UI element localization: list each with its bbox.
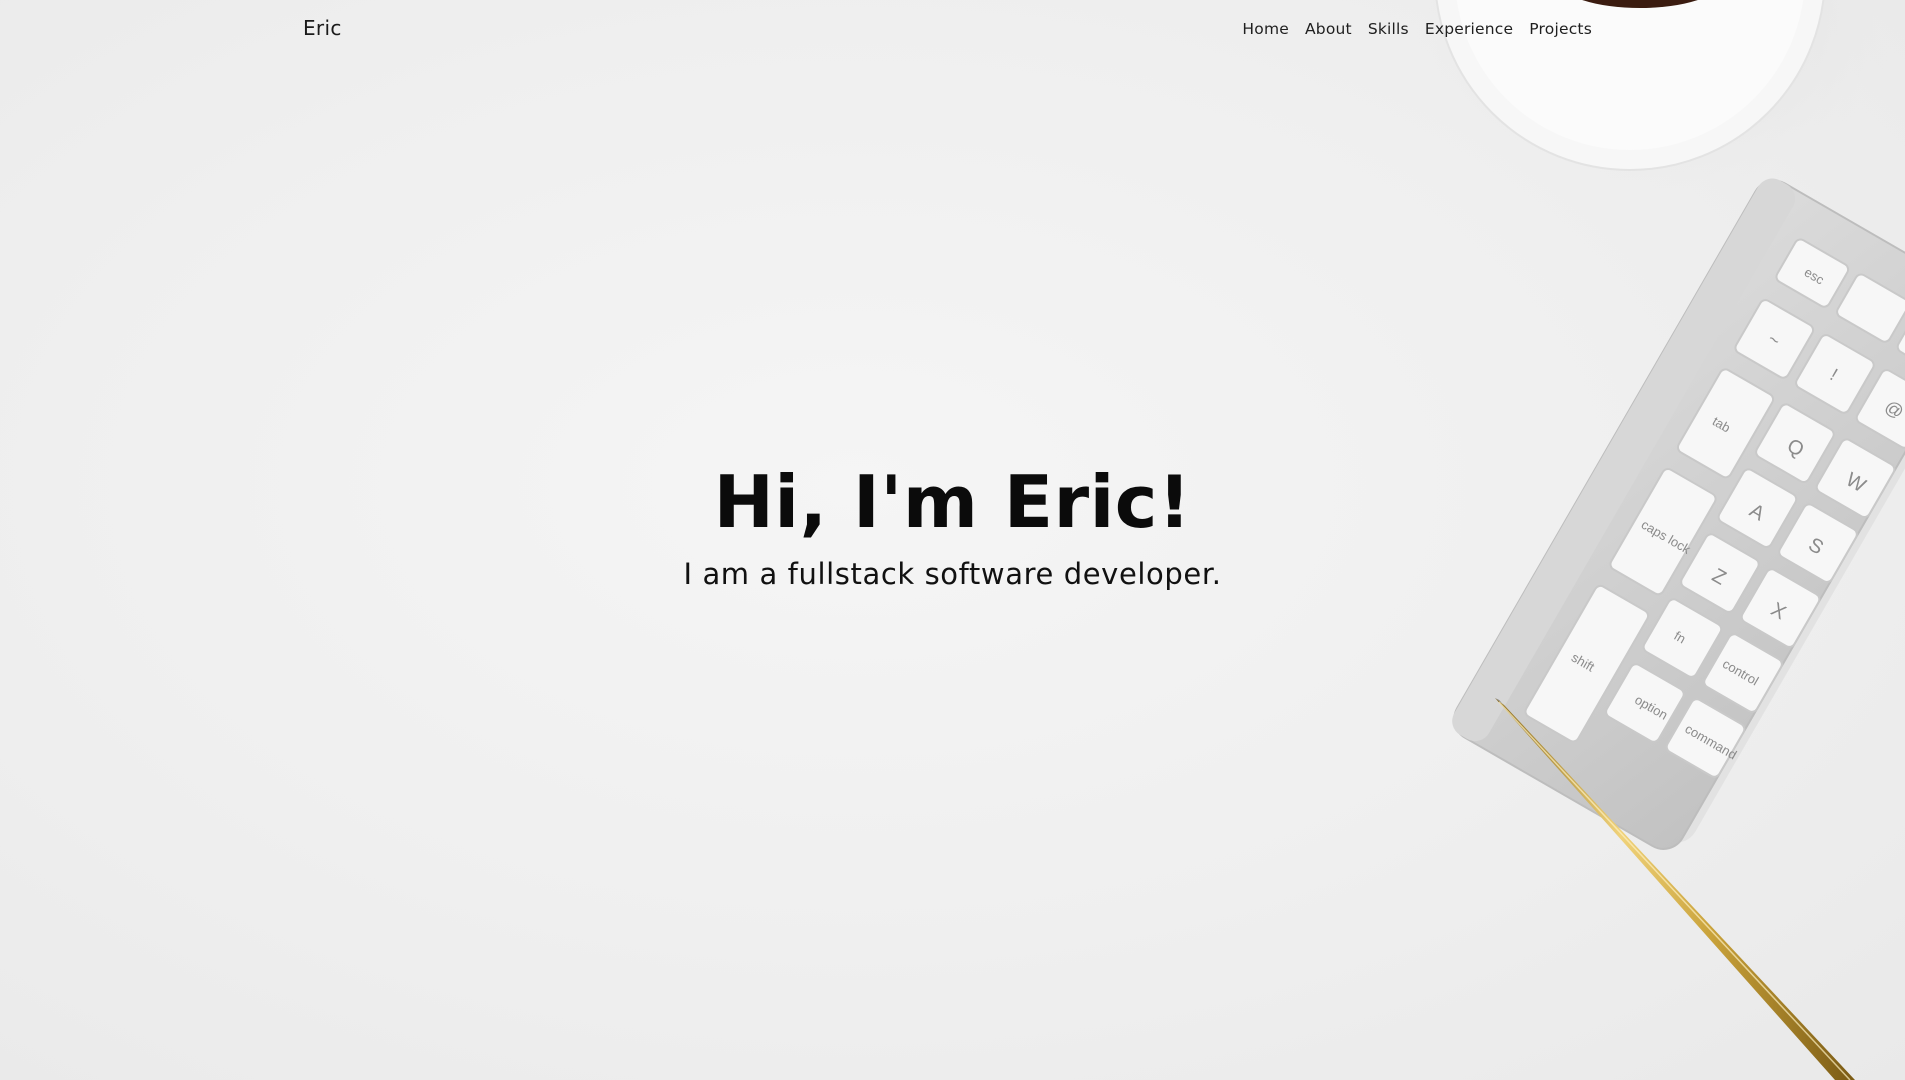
- nav-item: Experience: [1425, 19, 1513, 38]
- nav-link-experience[interactable]: Experience: [1425, 20, 1513, 38]
- nav-item: Home: [1242, 19, 1289, 38]
- top-navbar: Eric Home About Skills Experience Projec…: [0, 0, 1905, 60]
- hero-subheading: I am a fullstack software developer.: [683, 556, 1222, 591]
- nav-item: About: [1305, 19, 1352, 38]
- nav-link-home[interactable]: Home: [1242, 20, 1289, 38]
- nav-link-projects[interactable]: Projects: [1529, 20, 1592, 38]
- hero-heading: Hi, I'm Eric!: [713, 460, 1192, 544]
- nav-item: Projects: [1529, 19, 1592, 38]
- nav-item: Skills: [1368, 19, 1409, 38]
- brand-logo-link[interactable]: Eric: [303, 16, 342, 40]
- nav-link-about[interactable]: About: [1305, 20, 1352, 38]
- hero-section: Hi, I'm Eric! I am a fullstack software …: [0, 460, 1905, 591]
- nav-link-skills[interactable]: Skills: [1368, 20, 1409, 38]
- nav-links: Home About Skills Experience Projects: [1242, 19, 1592, 38]
